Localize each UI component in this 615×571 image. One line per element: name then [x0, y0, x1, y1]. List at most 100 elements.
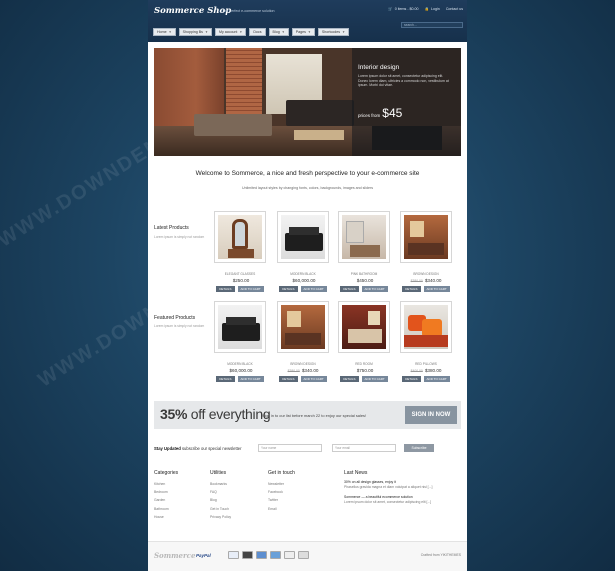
- footer-link[interactable]: Facebook: [268, 488, 295, 496]
- nav-item-blog[interactable]: Blog ▼: [268, 28, 289, 36]
- product-card[interactable]: RED ROOM $750.00 DETAILS ADD TO CART: [338, 301, 390, 382]
- add-to-cart-button[interactable]: ADD TO CART: [423, 286, 450, 292]
- hero-title: Interior design: [358, 64, 400, 71]
- add-to-cart-button[interactable]: ADD TO CART: [300, 376, 327, 382]
- bottom-bar: Sommerce PayPal Crafted from YIKITHEMES: [148, 541, 467, 571]
- footer-utilities: Utilities Bookmarks FAQ Blog Get in Touc…: [210, 470, 231, 521]
- main-nav: Home ▼ Shopping Bs ▼ My account ▼ Docs Blog…: [153, 28, 350, 36]
- details-button[interactable]: DETAILS: [340, 376, 359, 382]
- hero-slider[interactable]: Interior design Lorem ipsum dolor sit am…: [154, 48, 461, 156]
- footer-link[interactable]: Twitter: [268, 496, 295, 504]
- product-card[interactable]: RED PILLOWS $400.00 $380.00 DETAILS ADD TO…: [400, 301, 452, 382]
- site-header: Sommerce Shop The perfect e-commerce sol…: [148, 0, 467, 42]
- product-card[interactable]: PINK BATHROOM $450.00 DETAILS ADD TO CART: [338, 211, 390, 292]
- product-card[interactable]: MODERN BLACK $60,000.00 DETAILS ADD TO CA…: [277, 211, 329, 292]
- footer-heading: Categories: [154, 470, 179, 476]
- footer-link[interactable]: Kitchen: [154, 480, 178, 488]
- details-button[interactable]: DETAILS: [340, 286, 359, 292]
- nav-item-account[interactable]: My account ▼: [214, 28, 247, 36]
- nav-item-shortcodes[interactable]: Shortcodes ▼: [317, 28, 350, 36]
- product-price: $750.00: [356, 368, 374, 373]
- footer-link[interactable]: Bookmarks: [210, 480, 231, 488]
- contact-link[interactable]: Contact us: [446, 7, 463, 11]
- login-link[interactable]: 🔒 Login: [425, 7, 440, 11]
- details-button[interactable]: DETAILS: [216, 286, 235, 292]
- footer-link[interactable]: Garden: [154, 496, 178, 504]
- nav-item-pages[interactable]: Pages ▼: [291, 28, 315, 36]
- footer-link[interactable]: House: [154, 513, 178, 521]
- footer-link[interactable]: Privacy Policy: [210, 513, 231, 521]
- nav-item-home[interactable]: Home ▼: [153, 28, 176, 36]
- cart-icon: 🛒: [388, 7, 393, 11]
- newsletter-name-field[interactable]: Your name: [258, 444, 322, 452]
- chevron-down-icon: ▼: [204, 30, 208, 34]
- add-to-cart-button[interactable]: ADD TO CART: [237, 286, 264, 292]
- product-name: BROWN DESIGN: [413, 272, 439, 276]
- footer-link[interactable]: Blog: [210, 496, 231, 504]
- chevron-down-icon: ▼: [168, 30, 172, 34]
- product-card[interactable]: BROWN DESIGN $380.00 $340.00 DETAILS ADD T…: [400, 211, 452, 292]
- news-item[interactable]: 30% on all design glasses, enjoy it Phas…: [344, 480, 452, 490]
- product-name: BROWN DESIGN: [290, 362, 316, 366]
- add-to-cart-button[interactable]: ADD TO CART: [361, 376, 388, 382]
- cart-link[interactable]: 🛒 0 items - $0.00: [388, 7, 418, 11]
- news-item[interactable]: Sommerce — a beautiful ecommerce solutio…: [344, 495, 452, 505]
- search-input[interactable]: search...: [401, 22, 463, 28]
- footer-link[interactable]: Bathroom: [154, 505, 178, 513]
- nav-item-docs[interactable]: Docs: [249, 28, 266, 36]
- lock-icon: 🔒: [424, 7, 430, 11]
- card-icon: [298, 551, 309, 559]
- add-to-cart-button[interactable]: ADD TO CART: [423, 376, 450, 382]
- newsletter-label: Stay Updated subscribe our special newsl…: [154, 446, 242, 451]
- details-button[interactable]: DETAILS: [402, 376, 421, 382]
- footer-link[interactable]: Bedroom: [154, 488, 178, 496]
- welcome-title: Welcome to Sommerce, a nice and fresh pe…: [195, 170, 420, 177]
- details-button[interactable]: DETAILS: [402, 286, 421, 292]
- promo-banner: 35% off everything Sign in to our list b…: [154, 401, 461, 429]
- visa-card-icon: [228, 551, 239, 559]
- details-button[interactable]: DETAILS: [279, 376, 298, 382]
- footer-logo: Sommerce: [154, 551, 196, 560]
- featured-products-subtitle: Lorem ipsum is simply not random: [154, 324, 205, 328]
- subscribe-button[interactable]: Subscribe: [404, 444, 434, 452]
- chevron-down-icon: ▼: [239, 30, 243, 34]
- details-button[interactable]: DETAILS: [216, 376, 235, 382]
- footer-categories: Categories Kitchen Bedroom Garden Bathro…: [154, 470, 178, 521]
- footer-link[interactable]: FAQ: [210, 488, 231, 496]
- newsletter-email-field[interactable]: Your email: [332, 444, 396, 452]
- hero-price: prices from $45: [358, 106, 403, 120]
- site-tagline: The perfect e-commerce solution: [222, 9, 275, 13]
- discover-card-icon: [270, 551, 281, 559]
- product-name: MODERN BLACK: [290, 272, 316, 276]
- product-name: MODERN BLACK: [227, 362, 253, 366]
- product-price: $450.00: [356, 278, 374, 283]
- footer-heading: Get in touch: [268, 470, 295, 476]
- product-price: $400.00 $380.00: [410, 368, 442, 373]
- footer-link[interactable]: Get in Touch: [210, 505, 231, 513]
- product-name: RED ROOM: [355, 362, 373, 366]
- promo-headline: 35% off everything: [160, 406, 271, 422]
- details-button[interactable]: DETAILS: [279, 286, 298, 292]
- footer-link[interactable]: Email: [268, 505, 295, 513]
- product-price: $60,000.00: [292, 278, 316, 283]
- chevron-down-icon: ▼: [281, 30, 285, 34]
- featured-products-title: Featured Products: [154, 315, 196, 321]
- product-card[interactable]: BROWN DESIGN $380.00 $340.00 DETAILS ADD T…: [277, 301, 329, 382]
- welcome-subtitle: Unlimited layout styles by changing font…: [241, 186, 374, 190]
- sign-in-now-button[interactable]: SIGN IN NOW: [405, 406, 457, 424]
- footer-heading: Last News: [344, 470, 368, 476]
- add-to-cart-button[interactable]: ADD TO CART: [361, 286, 388, 292]
- hero-text: Lorem ipsum dolor sit amet, consectetur …: [358, 74, 449, 88]
- add-to-cart-button[interactable]: ADD TO CART: [237, 376, 264, 382]
- nav-item-shopping[interactable]: Shopping Bs ▼: [178, 28, 212, 36]
- footer-link[interactable]: Newsletter: [268, 480, 295, 488]
- add-to-cart-button[interactable]: ADD TO CART: [300, 286, 327, 292]
- amex-card-icon: [256, 551, 267, 559]
- product-card[interactable]: ELEGANT GLASSES $250.00 DETAILS ADD TO CA…: [214, 211, 266, 292]
- theme-credit: Crafted from YIKITHEMES: [420, 553, 461, 557]
- product-name: RED PILLOWS: [415, 362, 437, 366]
- chevron-down-icon: ▼: [307, 30, 311, 34]
- site-logo[interactable]: Sommerce Shop: [154, 6, 231, 16]
- product-card[interactable]: MODERN BLACK $60,000.00 DETAILS ADD TO CA…: [214, 301, 266, 382]
- card-icon: [284, 551, 295, 559]
